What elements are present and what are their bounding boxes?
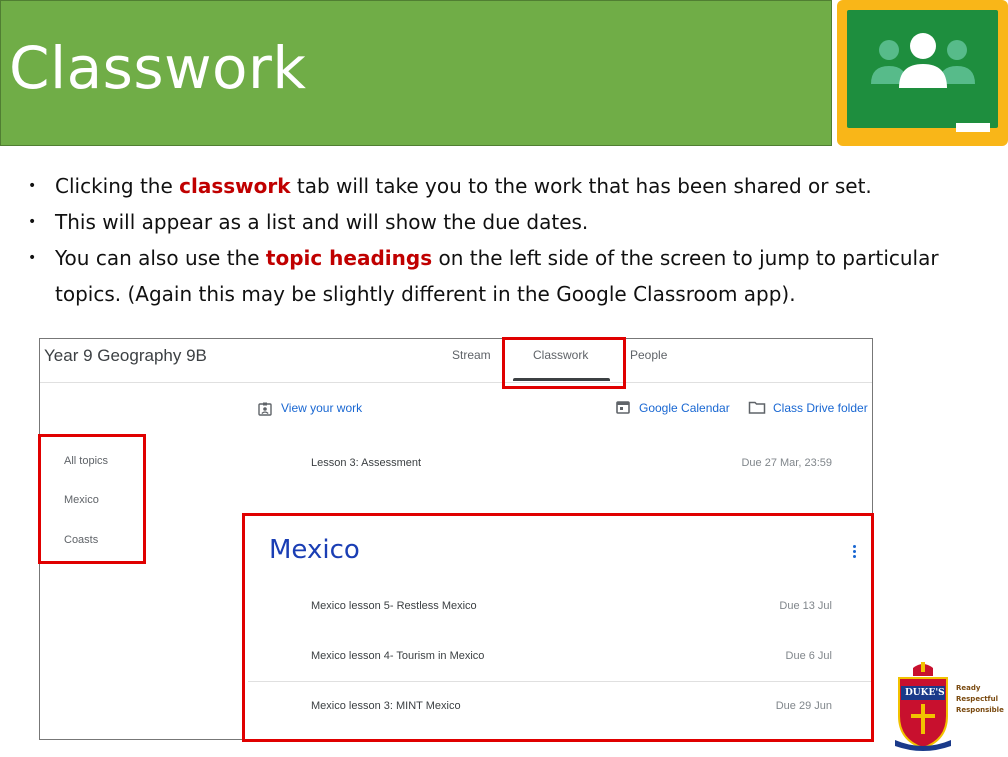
google-calendar-link[interactable]: Google Calendar [639, 401, 730, 415]
bullet-list: • Clicking the classwork tab will take y… [28, 168, 988, 312]
class-drive-folder-link[interactable]: Class Drive folder [773, 401, 868, 415]
value-responsible: Responsible [956, 706, 1004, 714]
value-respectful: Respectful [956, 695, 998, 703]
school-crest: DUKE'S Ready Respectful Responsible [893, 660, 1005, 752]
slide-title: Classwork [9, 34, 307, 102]
highlight-box-classwork-tab [502, 337, 626, 389]
folder-icon [748, 401, 766, 414]
highlight-topic-headings: topic headings [265, 246, 433, 270]
bullet-item: • You can also use the topic headings on… [28, 240, 988, 312]
assignment-person-icon [258, 402, 272, 416]
tab-people[interactable]: People [630, 348, 667, 362]
calendar-icon [616, 401, 630, 414]
bullet-dot: • [28, 214, 37, 230]
highlight-box-mexico-topic [242, 513, 874, 742]
assignment-assessment-title[interactable]: Lesson 3: Assessment [311, 457, 421, 469]
tab-stream[interactable]: Stream [452, 348, 491, 362]
classroom-header: Year 9 Geography 9B Stream Classwork Peo… [40, 339, 872, 383]
view-your-work-link[interactable]: View your work [281, 401, 362, 415]
bullet-dot: • [28, 250, 37, 266]
chalk-stick [956, 123, 990, 132]
bullet-item: • Clicking the classwork tab will take y… [28, 168, 988, 204]
highlight-box-topics [38, 434, 146, 564]
value-ready: Ready [956, 684, 981, 692]
bullet-item: • This will appear as a list and will sh… [28, 204, 988, 240]
class-name[interactable]: Year 9 Geography 9B [44, 346, 207, 366]
assignment-assessment-due: Due 27 Mar, 23:59 [741, 457, 832, 469]
title-banner: Classwork [0, 0, 832, 146]
crest-icon [895, 662, 951, 751]
highlight-classwork: classwork [179, 174, 291, 198]
crest-name: DUKE'S [905, 688, 945, 698]
people-icon [871, 33, 975, 88]
google-classroom-logo [837, 0, 1008, 146]
bullet-dot: • [28, 178, 37, 194]
